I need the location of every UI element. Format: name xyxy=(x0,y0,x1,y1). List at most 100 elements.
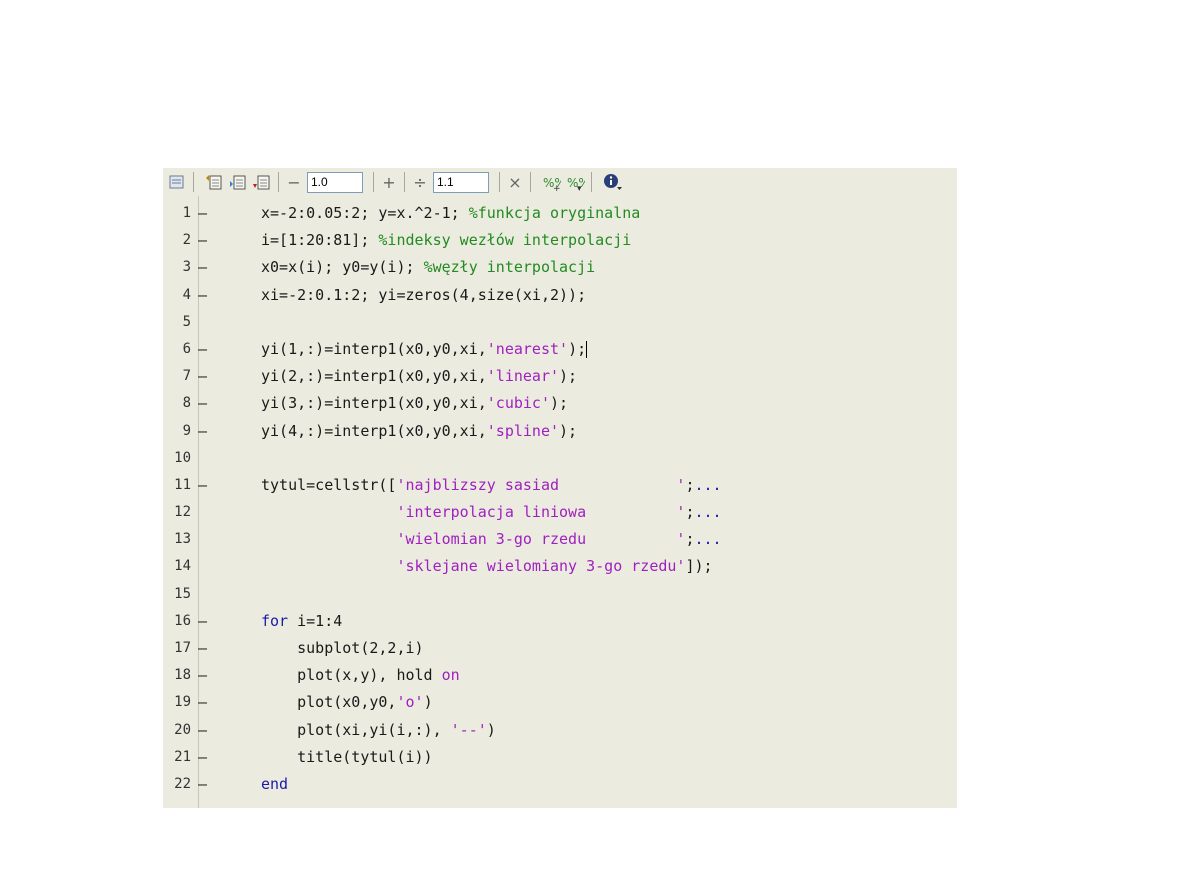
line-content[interactable]: 'wielomian 3-go rzedu ';... xyxy=(261,526,721,553)
toolbar-separator xyxy=(591,172,592,192)
uncomment-icon[interactable]: %%▾ xyxy=(565,172,590,194)
line-number: 11 xyxy=(174,476,191,493)
code-line[interactable]: 22 — end xyxy=(163,771,957,798)
code-text: title(tytul(i)) xyxy=(261,747,433,766)
code-line[interactable]: 7 — yi(2,:)=interp1(x0,y0,xi,'linear'); xyxy=(163,363,957,390)
code-line[interactable]: 12 'interpolacja liniowa ';... xyxy=(163,499,957,526)
line-number: 8 xyxy=(182,395,191,412)
line-content[interactable]: for i=1:4 xyxy=(261,608,342,635)
code-line[interactable]: 13 'wielomian 3-go rzedu ';... xyxy=(163,526,957,553)
breakpoint-marker[interactable]: — xyxy=(198,282,207,309)
code-text: subplot(2,2,i) xyxy=(261,639,424,657)
code-text: x=-2:0.05:2; y=x.^2-1; xyxy=(261,204,469,222)
line-content[interactable]: 'interpolacja liniowa ';... xyxy=(261,499,722,526)
line-content[interactable]: plot(xi,yi(i,:), '--') xyxy=(261,717,496,744)
line-content[interactable]: x=-2:0.05:2; y=x.^2-1; %funkcja oryginal… xyxy=(261,200,640,227)
code-comment: %funkcja oryginalna xyxy=(468,204,641,222)
code-line[interactable]: 18 — plot(x,y), hold on xyxy=(163,662,957,689)
document-icon[interactable] xyxy=(167,172,187,192)
code-string: 'spline' xyxy=(486,421,560,440)
line-content[interactable]: xi=-2:0.1:2; yi=zeros(4,size(xi,2)); xyxy=(261,282,586,309)
breakpoint-marker[interactable]: — xyxy=(198,390,207,417)
breakpoint-marker[interactable]: — xyxy=(198,472,207,499)
comment-icon[interactable]: %%+ xyxy=(541,172,566,194)
code-line[interactable]: 21 — title(tytul(i)) xyxy=(163,744,957,771)
insert-cell-above-icon[interactable] xyxy=(204,172,224,192)
code-text: tytul=cellstr([ xyxy=(261,475,397,494)
code-line[interactable]: 11 — tytul=cellstr(['najblizszy sasiad ';.… xyxy=(163,472,957,499)
line-content[interactable]: yi(2,:)=interp1(x0,y0,xi,'linear'); xyxy=(261,363,577,390)
line-content[interactable]: yi(1,:)=interp1(x0,y0,xi,'nearest'); xyxy=(261,336,588,363)
line-content[interactable]: end xyxy=(261,771,288,798)
line-content[interactable]: plot(x,y), hold on xyxy=(261,662,460,689)
divide-button[interactable]: ÷ xyxy=(411,173,429,192)
code-line[interactable]: 4 — xi=-2:0.1:2; yi=zeros(4,size(xi,2)); xyxy=(163,282,957,309)
line-content[interactable]: plot(x0,y0,'o') xyxy=(261,689,433,716)
insert-cell-below-icon[interactable] xyxy=(252,172,272,192)
code-text: ) xyxy=(423,693,433,712)
breakpoint-marker[interactable]: — xyxy=(198,635,207,662)
code-string: 'linear' xyxy=(486,367,560,386)
line-number: 5 xyxy=(182,313,191,330)
code-keyword: ... xyxy=(694,503,722,522)
decrement-button[interactable]: − xyxy=(285,173,303,192)
code-line[interactable]: 15 xyxy=(163,581,957,608)
code-line[interactable]: 1 — x=-2:0.05:2; y=x.^2-1; %funkcja orygin… xyxy=(163,200,957,227)
toolbar-separator xyxy=(499,172,500,192)
breakpoint-marker[interactable]: — xyxy=(198,662,207,689)
code-text: yi(2,:)=interp1(x0,y0,xi, xyxy=(261,367,487,386)
breakpoint-marker[interactable]: — xyxy=(198,717,207,744)
breakpoint-marker[interactable]: — xyxy=(198,227,207,254)
divide-value-input[interactable] xyxy=(433,171,489,193)
code-line[interactable]: 19 — plot(x0,y0,'o') xyxy=(163,689,957,716)
breakpoint-marker[interactable]: — xyxy=(198,254,207,281)
insert-cell-icon[interactable] xyxy=(228,172,248,192)
code-text: ); xyxy=(568,339,587,358)
multiply-button[interactable]: × xyxy=(506,173,524,192)
breakpoint-marker[interactable]: — xyxy=(198,200,207,227)
line-number: 19 xyxy=(174,694,191,711)
decrement-value-input[interactable] xyxy=(307,171,363,193)
code-line[interactable]: 6 — yi(1,:)=interp1(x0,y0,xi,'nearest'); xyxy=(163,336,957,363)
breakpoint-marker[interactable]: — xyxy=(198,363,207,390)
code-line[interactable]: 14 'sklejane wielomiany 3-go rzedu']); xyxy=(163,553,957,580)
code-line[interactable]: 20 — plot(xi,yi(i,:), '--') xyxy=(163,717,957,744)
code-line[interactable]: 9 — yi(4,:)=interp1(x0,y0,xi,'spline'); xyxy=(163,418,957,445)
code-line[interactable]: 10 xyxy=(163,445,957,472)
breakpoint-marker[interactable]: — xyxy=(198,689,207,716)
line-content[interactable]: 'sklejane wielomiany 3-go rzedu']); xyxy=(261,553,712,580)
line-content[interactable]: yi(4,:)=interp1(x0,y0,xi,'spline'); xyxy=(261,418,577,445)
code-line[interactable]: 2 — i=[1:20:81]; %indeksy wezłów interpola… xyxy=(163,227,957,254)
breakpoint-marker[interactable]: — xyxy=(198,336,207,363)
svg-text:▾: ▾ xyxy=(577,184,582,192)
code-line[interactable]: 16 — for i=1:4 xyxy=(163,608,957,635)
line-content[interactable]: title(tytul(i)) xyxy=(261,744,433,771)
code-line[interactable]: 3 — x0=x(i); y0=y(i); %węzły interpolacji xyxy=(163,254,957,281)
toolbar-separator xyxy=(530,172,531,192)
code-text: plot(x0,y0, xyxy=(261,693,397,712)
line-content[interactable]: tytul=cellstr(['najblizszy sasiad ';... xyxy=(261,472,722,499)
line-content[interactable]: x0=x(i); y0=y(i); %węzły interpolacji xyxy=(261,254,595,281)
info-dropdown-icon[interactable] xyxy=(602,172,622,192)
code-line[interactable]: 17 — subplot(2,2,i) xyxy=(163,635,957,662)
code-keyword: for xyxy=(261,611,289,630)
breakpoint-marker[interactable]: — xyxy=(198,771,207,798)
line-content[interactable]: i=[1:20:81]; %indeksy wezłów interpolacj… xyxy=(261,227,631,254)
breakpoint-marker[interactable]: — xyxy=(198,608,207,635)
code-text: x0=x(i); y0=y(i); xyxy=(261,258,424,277)
code-text: ) xyxy=(486,720,496,739)
line-number: 21 xyxy=(174,748,191,765)
code-line[interactable]: 8 — yi(3,:)=interp1(x0,y0,xi,'cubic'); xyxy=(163,390,957,417)
line-content[interactable]: yi(3,:)=interp1(x0,y0,xi,'cubic'); xyxy=(261,390,568,417)
code-line[interactable]: 5 xyxy=(163,309,957,336)
code-area[interactable]: 1 — x=-2:0.05:2; y=x.^2-1; %funkcja orygin… xyxy=(163,200,957,798)
code-string: 'wielomian 3-go rzedu ' xyxy=(396,530,686,549)
line-content[interactable]: subplot(2,2,i) xyxy=(261,635,424,662)
breakpoint-marker[interactable]: — xyxy=(198,418,207,445)
increment-button[interactable]: + xyxy=(380,173,398,192)
code-string: 'o' xyxy=(396,693,424,712)
breakpoint-marker[interactable]: — xyxy=(198,744,207,771)
